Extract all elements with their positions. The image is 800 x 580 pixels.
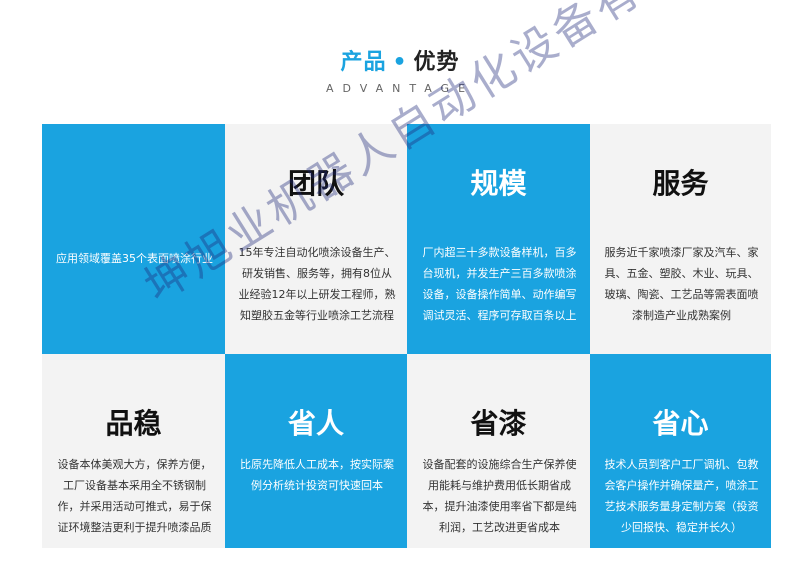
page: 产品 • 优势 ADVANTAGE 应用领域覆盖35个表面喷涂行业 团队 15年专注…	[0, 0, 800, 580]
card-text: 服务近千家喷漆厂家及汽车、家具、五金、塑胶、木业、玩具、玻璃、陶瓷、工艺品等需表…	[604, 246, 759, 322]
card-stability: 品稳 设备本体美观大方，保养方便，工厂设备基本采用全不锈钢制作，并采用活动可推式…	[42, 354, 225, 548]
card-title: 品稳	[105, 407, 162, 440]
card-title: 服务	[652, 167, 709, 200]
title-dot: •	[392, 50, 408, 75]
card-title: 规模	[470, 167, 527, 200]
card-service: 服务 服务近千家喷漆厂家及汽车、家具、五金、塑胶、木业、玩具、玻璃、陶瓷、工艺品…	[590, 124, 771, 354]
card-title: 省人	[287, 407, 344, 440]
card-text: 设备本体美观大方，保养方便，工厂设备基本采用全不锈钢制作，并采用活动可推式，易于…	[57, 458, 212, 534]
card-text: 厂内超三十多款设备样机，百多台现机，并发生产三百多款喷涂设备，设备操作简单、动作…	[422, 246, 577, 322]
card-peace-of-mind: 省心 技术人员到客户工厂调机、包教会客户操作并确保量产，喷涂工艺技术服务量身定制…	[590, 354, 771, 548]
section-title: 产品 • 优势	[0, 44, 800, 76]
card-text: 比原先降低人工成本，按实际案例分析统计投资可快速回本	[240, 458, 394, 492]
card-coverage: 应用领域覆盖35个表面喷涂行业	[42, 124, 225, 354]
title-part-2: 优势	[413, 50, 460, 75]
card-text: 应用领域覆盖35个表面喷涂行业	[56, 252, 213, 265]
section-subtitle: ADVANTAGE	[325, 82, 475, 95]
advantage-grid: 应用领域覆盖35个表面喷涂行业 团队 15年专注自动化喷涂设备生产、研发销售、服…	[42, 124, 771, 548]
card-text: 设备配套的设施综合生产保养使用能耗与维护费用低长期省成本，提升油漆使用率省下都是…	[422, 458, 577, 534]
card-save-labor: 省人 比原先降低人工成本，按实际案例分析统计投资可快速回本	[225, 354, 407, 548]
card-title: 省漆	[470, 407, 527, 440]
card-team: 团队 15年专注自动化喷涂设备生产、研发销售、服务等，拥有8位从业经验12年以上…	[225, 124, 407, 354]
title-part-1: 产品	[340, 50, 387, 75]
card-title: 省心	[652, 407, 709, 440]
card-save-paint: 省漆 设备配套的设施综合生产保养使用能耗与维护费用低长期省成本，提升油漆使用率省…	[407, 354, 590, 548]
section-header: 产品 • 优势 ADVANTAGE	[0, 0, 800, 120]
card-title: 团队	[287, 167, 344, 200]
card-text: 15年专注自动化喷涂设备生产、研发销售、服务等，拥有8位从业经验12年以上研发工…	[238, 246, 396, 322]
card-scale: 规模 厂内超三十多款设备样机，百多台现机，并发生产三百多款喷涂设备，设备操作简单…	[407, 124, 590, 354]
card-text: 技术人员到客户工厂调机、包教会客户操作并确保量产，喷涂工艺技术服务量身定制方案（…	[604, 458, 759, 534]
